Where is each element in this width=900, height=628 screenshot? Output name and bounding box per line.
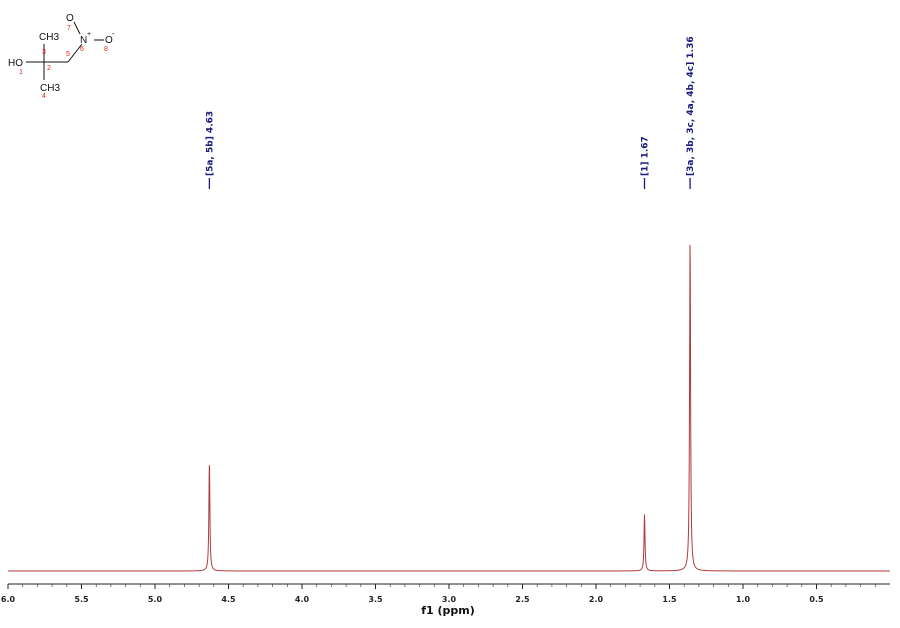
atom-number-4: 4 bbox=[42, 93, 46, 100]
atom-number-5: 5 bbox=[66, 51, 70, 58]
peak-label: [3a, 3b, 3c, 4a, 4b, 4c] 1.36 bbox=[686, 36, 696, 176]
peak-label: [1] 1.67 bbox=[641, 136, 651, 176]
atom-number-3: 3 bbox=[42, 49, 46, 56]
peak-label: [5a, 5b] 4.63 bbox=[205, 111, 215, 176]
x-tick-label: 2.0 bbox=[589, 595, 604, 604]
x-tick-label: 3.0 bbox=[442, 595, 457, 604]
atom-number-2: 2 bbox=[47, 65, 51, 72]
x-tick-label: 0.5 bbox=[809, 595, 824, 604]
x-tick-label: 4.5 bbox=[221, 595, 236, 604]
x-tick-label: 5.5 bbox=[74, 595, 89, 604]
atom-number-1: 1 bbox=[19, 69, 23, 76]
x-axis: 6.0 5.5 5.0 4.5 4.0 3.5 3.0 2.5 2.0 1.5 1.0 0.5 bbox=[1, 583, 890, 604]
atom-ho: HO bbox=[8, 58, 23, 69]
x-tick-label: 1.5 bbox=[662, 595, 677, 604]
atom-ch3-top: CH3 bbox=[39, 32, 59, 43]
atom-o-charge: - bbox=[112, 29, 115, 38]
peak-markers: [5a, 5b] 4.63 [1] 1.67 [3a, 3b, 3c, 4a, 4b… bbox=[205, 36, 696, 189]
atom-number-8: 8 bbox=[104, 46, 108, 53]
x-axis-title: f1 (ppm) bbox=[421, 604, 475, 617]
x-tick-label: 4.0 bbox=[295, 595, 310, 604]
molecule-structure: HO CH3 CH3 N + O O - 1 2 3 4 5 6 7 8 bbox=[8, 13, 115, 100]
atom-n-charge: + bbox=[87, 31, 91, 38]
spectrum-line bbox=[8, 245, 890, 572]
x-tick-label: 2.5 bbox=[515, 595, 530, 604]
nmr-spectrum-chart: HO CH3 CH3 N + O O - 1 2 3 4 5 6 7 8 6.0… bbox=[1, 13, 890, 617]
atom-o-top: O bbox=[66, 13, 74, 24]
x-tick-label: 5.0 bbox=[148, 595, 163, 604]
x-tick-label: 3.5 bbox=[368, 595, 383, 604]
x-tick-label: 1.0 bbox=[736, 595, 751, 604]
atom-number-7: 7 bbox=[67, 25, 71, 32]
x-tick-label: 6.0 bbox=[1, 595, 16, 604]
x-axis-ticks: 6.0 5.5 5.0 4.5 4.0 3.5 3.0 2.5 2.0 1.5 1.0 0.5 bbox=[1, 584, 876, 604]
atom-number-6: 6 bbox=[80, 46, 84, 53]
